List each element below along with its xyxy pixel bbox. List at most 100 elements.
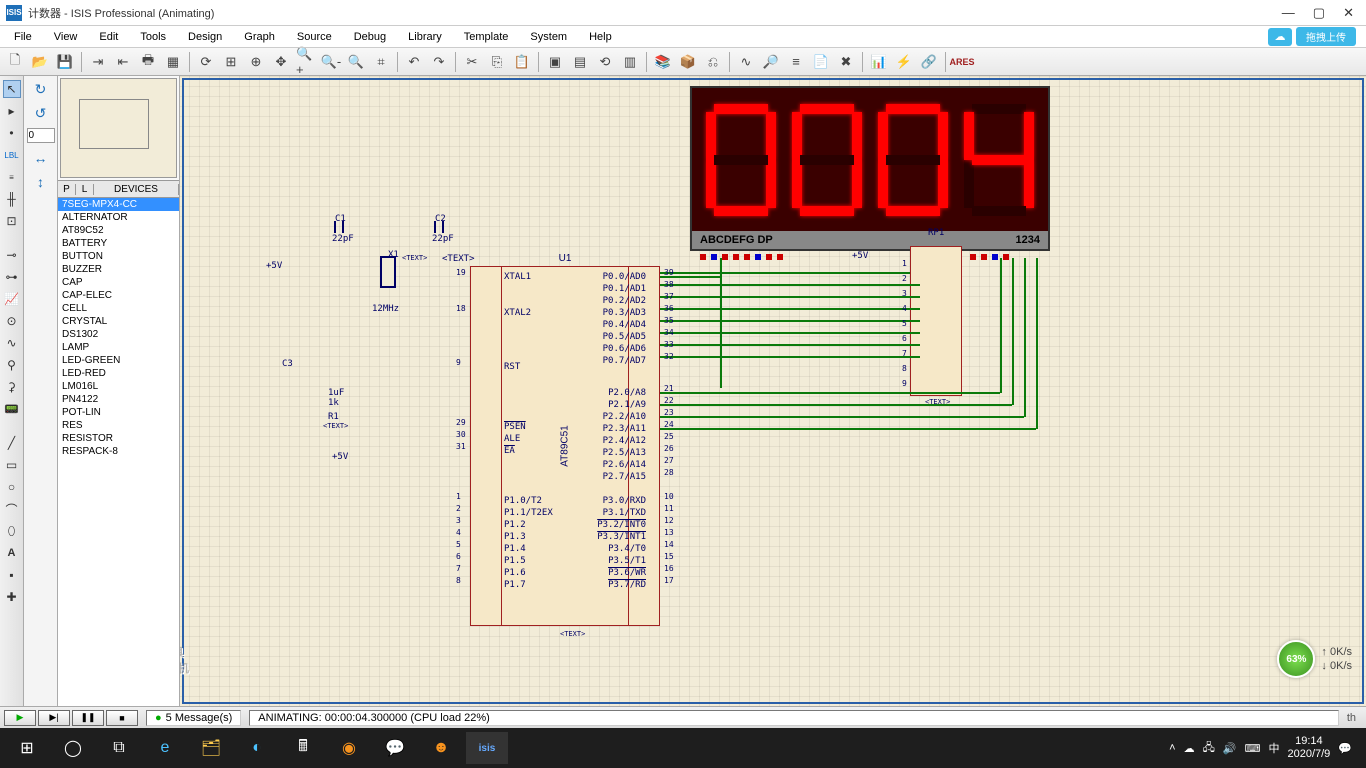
erc-icon[interactable]: ⚡ xyxy=(893,51,915,73)
new-icon[interactable]: 🗋 xyxy=(4,51,26,73)
zoomarea-icon[interactable]: ⌗ xyxy=(370,51,392,73)
maximize-button[interactable]: ▢ xyxy=(1313,5,1325,21)
device-item[interactable]: BUTTON xyxy=(58,250,179,263)
device-item[interactable]: LED-RED xyxy=(58,367,179,380)
grid-icon[interactable]: ⊞ xyxy=(220,51,242,73)
device-item[interactable]: CAP xyxy=(58,276,179,289)
devices-list[interactable]: 7SEG-MPX4-CCALTERNATORAT89C52BATTERYBUTT… xyxy=(58,198,179,706)
area-icon[interactable]: ▦ xyxy=(162,51,184,73)
generator-mode-icon[interactable]: ∿ xyxy=(3,334,21,352)
browser-icon[interactable]: ◐ xyxy=(236,732,278,764)
refresh-icon[interactable]: ⟳ xyxy=(195,51,217,73)
block-delete-icon[interactable]: ▥ xyxy=(619,51,641,73)
close-button[interactable]: ✕ xyxy=(1343,5,1354,21)
tray-keyboard-icon[interactable]: ⌨ xyxy=(1245,742,1261,755)
overview-window[interactable] xyxy=(60,78,177,178)
cap-c1[interactable] xyxy=(330,221,348,233)
sim-play-button[interactable]: ▶ xyxy=(4,710,36,726)
cut-icon[interactable]: ✂ xyxy=(461,51,483,73)
zoomout-icon[interactable]: 🔍- xyxy=(320,51,342,73)
import-icon[interactable]: ⇥ xyxy=(87,51,109,73)
cortana-icon[interactable]: ◯ xyxy=(52,732,94,764)
paste-icon[interactable]: 📋 xyxy=(511,51,533,73)
system-tray[interactable]: ˄ ☁ 🖧 🔊 ⌨ 中 19:14 2020/7/9 💬 xyxy=(1169,735,1360,761)
device-item[interactable]: CRYSTAL xyxy=(58,315,179,328)
arc-2d-icon[interactable]: ⌒ xyxy=(3,500,21,518)
menu-view[interactable]: View xyxy=(44,29,88,45)
symbol-2d-icon[interactable]: ▪ xyxy=(3,566,21,584)
seven-segment-display[interactable]: ABCDEFG DP 1234 xyxy=(690,86,1050,251)
menu-template[interactable]: Template xyxy=(454,29,519,45)
menu-tools[interactable]: Tools xyxy=(130,29,176,45)
netlist-icon[interactable]: 🔗 xyxy=(918,51,940,73)
probe-i-icon[interactable]: ⚳ xyxy=(3,378,21,396)
tray-up-icon[interactable]: ˄ xyxy=(1169,742,1175,754)
block-move-icon[interactable]: ▤ xyxy=(569,51,591,73)
minimize-button[interactable]: — xyxy=(1282,5,1295,21)
block-rotate-icon[interactable]: ⟲ xyxy=(594,51,616,73)
box-2d-icon[interactable]: ▭ xyxy=(3,456,21,474)
menu-graph[interactable]: Graph xyxy=(234,29,285,45)
probe-v-icon[interactable]: ⚲ xyxy=(3,356,21,374)
menu-help[interactable]: Help xyxy=(579,29,622,45)
graph-mode-icon[interactable]: 📈 xyxy=(3,290,21,308)
decompose-icon[interactable]: ⎌ xyxy=(702,51,724,73)
component-mode-icon[interactable]: ▸ xyxy=(3,102,21,120)
pick-button[interactable]: P xyxy=(58,184,76,195)
text-2d-icon[interactable]: A xyxy=(3,544,21,562)
export-icon[interactable]: ⇤ xyxy=(112,51,134,73)
message-box[interactable]: ● 5 Message(s) xyxy=(146,710,241,726)
junction-mode-icon[interactable]: • xyxy=(3,124,21,142)
remove-sheet-icon[interactable]: ✖ xyxy=(835,51,857,73)
pin-mode-icon[interactable]: ⊶ xyxy=(3,268,21,286)
device-item[interactable]: POT-LIN xyxy=(58,406,179,419)
mirror-v-icon[interactable]: ↕ xyxy=(29,173,53,191)
path-2d-icon[interactable]: ⬯ xyxy=(3,522,21,540)
line-2d-icon[interactable]: ╱ xyxy=(3,434,21,452)
menu-edit[interactable]: Edit xyxy=(89,29,128,45)
wire-autoroute-icon[interactable]: ∿ xyxy=(735,51,757,73)
undo-icon[interactable]: ↶ xyxy=(403,51,425,73)
performance-overlay[interactable]: 63% ↑ 0K/s ↓ 0K/s xyxy=(1277,640,1352,678)
ares-icon[interactable]: ARES xyxy=(951,51,973,73)
device-item[interactable]: AT89C52 xyxy=(58,224,179,237)
tape-mode-icon[interactable]: ⊙ xyxy=(3,312,21,330)
taskview-icon[interactable]: ⧉ xyxy=(98,732,140,764)
sim-step-button[interactable]: ▶| xyxy=(38,710,70,726)
sim-pause-button[interactable]: ❚❚ xyxy=(72,710,104,726)
mirror-h-icon[interactable]: ↔ xyxy=(29,149,53,167)
device-item[interactable]: LM016L xyxy=(58,380,179,393)
zoomin-icon[interactable]: 🔍+ xyxy=(295,51,317,73)
menu-system[interactable]: System xyxy=(520,29,577,45)
device-item[interactable]: LAMP xyxy=(58,341,179,354)
schematic-canvas[interactable]: ABCDEFG DP 1234 U1 AT89C51 <TEXT> C1 22p… xyxy=(180,76,1366,706)
property-icon[interactable]: ≡ xyxy=(785,51,807,73)
tray-cloud-icon[interactable]: ☁ xyxy=(1184,742,1195,755)
notification-icon[interactable]: 💬 xyxy=(1338,742,1352,755)
device-item[interactable]: RESPACK-8 xyxy=(58,445,179,458)
device-item[interactable]: PN4122 xyxy=(58,393,179,406)
isis-task-icon[interactable]: isis xyxy=(466,732,508,764)
wechat-icon[interactable]: 💬 xyxy=(374,732,416,764)
tray-network-icon[interactable]: 🖧 xyxy=(1203,739,1215,758)
device-item[interactable]: CAP-ELEC xyxy=(58,289,179,302)
crystal[interactable] xyxy=(380,256,396,288)
terminal-mode-icon[interactable]: ⊸ xyxy=(3,246,21,264)
menu-design[interactable]: Design xyxy=(178,29,232,45)
subcircuit-mode-icon[interactable]: ⊡ xyxy=(3,212,21,230)
lib-button[interactable]: L xyxy=(76,184,94,195)
device-item[interactable]: CELL xyxy=(58,302,179,315)
pan-icon[interactable]: ✥ xyxy=(270,51,292,73)
device-item[interactable]: DS1302 xyxy=(58,328,179,341)
edge-icon[interactable]: e xyxy=(144,732,186,764)
start-button[interactable]: ⊞ xyxy=(6,732,48,764)
sim-stop-button[interactable]: ■ xyxy=(106,710,138,726)
menu-library[interactable]: Library xyxy=(398,29,452,45)
search-icon[interactable]: 🔎 xyxy=(760,51,782,73)
marker-2d-icon[interactable]: ✚ xyxy=(3,588,21,606)
app2-icon[interactable]: ☻ xyxy=(420,732,462,764)
redo-icon[interactable]: ↷ xyxy=(428,51,450,73)
block-copy-icon[interactable]: ▣ xyxy=(544,51,566,73)
device-item[interactable]: BATTERY xyxy=(58,237,179,250)
device-item[interactable]: 7SEG-MPX4-CC xyxy=(58,198,179,211)
